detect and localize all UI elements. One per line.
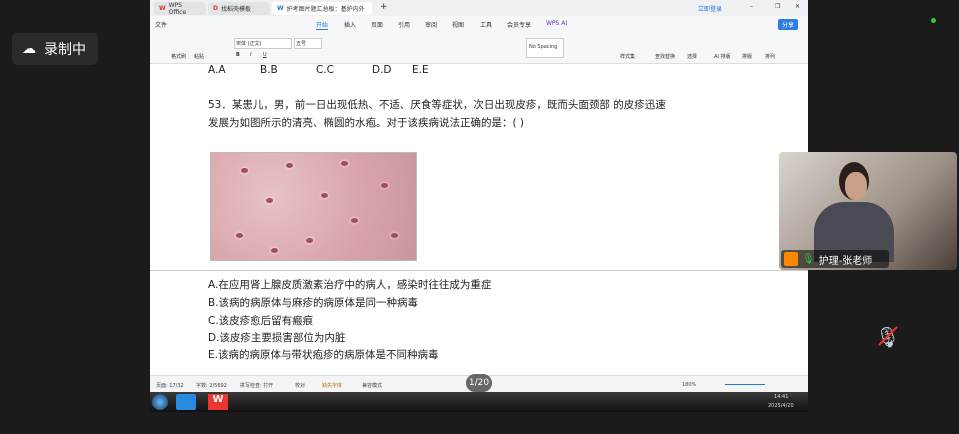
- word-count[interactable]: 字数: 2/5692: [196, 382, 227, 389]
- prev-option-d: D.D: [372, 64, 392, 76]
- tab-templates[interactable]: D 找稻壳模板: [208, 2, 270, 15]
- page-count[interactable]: 页面: 17/32: [156, 382, 184, 389]
- question-text-line2: 发展为如图所示的清亮、椭圆的水疱。对于该疾病说法正确的是：( ): [208, 117, 525, 129]
- maximize-button[interactable]: ❐: [775, 3, 780, 10]
- cloud-icon: ☁: [22, 41, 36, 57]
- taskbar-app-meeting[interactable]: [176, 394, 196, 410]
- menu-wps-ai[interactable]: WPS AI: [546, 20, 567, 27]
- format-painter-button[interactable]: 格式刷: [171, 53, 186, 60]
- recording-label: 录制中: [44, 42, 86, 58]
- mic-muted-icon[interactable]: 🎙: [875, 325, 900, 349]
- prev-option-e: E.E: [412, 64, 429, 76]
- question-text-line1: 53．某患儿，男，前一日出现低热、不适、厌食等症状，次日出现皮疹，既而头面颈部 …: [208, 99, 666, 111]
- missing-font[interactable]: 缺失字体: [322, 382, 342, 389]
- webcam-video: 🎙 护理-张老师: [779, 152, 957, 270]
- underline-button[interactable]: U: [263, 52, 267, 58]
- compat-mode: 兼容模式: [362, 383, 383, 389]
- menu-insert[interactable]: 插入: [344, 20, 356, 29]
- styles-button[interactable]: 样式集: [620, 53, 635, 60]
- menu-review[interactable]: 审阅: [425, 20, 437, 29]
- tab-document[interactable]: W 护考图片题汇总板：基护内外: [272, 2, 372, 15]
- name-tag: 🎙 护理-张老师: [781, 250, 889, 268]
- style-no-spacing[interactable]: No Spacing: [526, 38, 564, 58]
- menu-reference[interactable]: 引用: [398, 20, 410, 29]
- font-select[interactable]: 宋体 (正文): [234, 38, 292, 49]
- menu-tools[interactable]: 工具: [480, 20, 492, 29]
- italic-button[interactable]: I: [250, 52, 251, 58]
- tab-wps-office[interactable]: W WPS Office: [154, 1, 206, 16]
- select-button[interactable]: 选择: [687, 53, 697, 60]
- option-e: E.该病的病原体与带状疱疹的病原体是不同种病毒: [208, 349, 439, 361]
- clock-time: 14:41: [774, 394, 789, 400]
- option-b: B.该病的病原体与麻疹的病原体是同一种病毒: [208, 297, 419, 309]
- tab-label: 找稻壳模板: [220, 6, 251, 13]
- prev-option-c: C.C: [316, 64, 335, 76]
- font-size-select[interactable]: 五号: [294, 38, 322, 49]
- menu-view[interactable]: 视图: [452, 20, 464, 29]
- wps-window: W WPS Office D 找稻壳模板 W 护考图片题汇总板：基护内外 + 立即登录…: [150, 0, 808, 392]
- menu-member[interactable]: 会员专享: [507, 20, 531, 29]
- taskbar-app-wps[interactable]: W: [208, 394, 228, 410]
- menu-page[interactable]: 页面: [371, 20, 383, 29]
- ribbon-toolbar: 格式刷 粘贴 宋体 (正文) 五号 B I U No Spacing 样式集 查…: [150, 32, 808, 64]
- page-break: [150, 270, 808, 271]
- prev-option-b: B.B: [260, 64, 278, 76]
- option-c: C.该皮疹愈后留有瘢痕: [208, 315, 314, 327]
- rash-image: [210, 152, 417, 261]
- taskbar: W 14:41 2025/4/20: [150, 392, 808, 412]
- option-a: A.在应用肾上腺皮质激素治疗中的病人，感染时往往成为重症: [208, 279, 492, 291]
- share-button[interactable]: 分享: [778, 19, 799, 30]
- tab-bar: W WPS Office D 找稻壳模板 W 护考图片题汇总板：基护内外 + 立即登录…: [150, 0, 808, 16]
- proofread[interactable]: 校对: [295, 382, 305, 389]
- find-replace-button[interactable]: 查找替换: [655, 53, 675, 60]
- new-tab-button[interactable]: +: [380, 2, 388, 12]
- login-link[interactable]: 立即登录: [698, 4, 722, 13]
- recording-badge: ☁ 录制中: [12, 33, 98, 65]
- menu-bar: 文件 开始 插入 页面 引用 审阅 视图 工具 会员专享 WPS AI 分享: [150, 16, 808, 32]
- layout-button[interactable]: 排版: [742, 53, 752, 60]
- zoom-slider[interactable]: [725, 384, 765, 385]
- file-menu[interactable]: 文件: [155, 20, 167, 29]
- start-button[interactable]: [152, 394, 168, 410]
- spell-check[interactable]: 拼写检查: 打开: [240, 382, 273, 389]
- close-button[interactable]: ✕: [795, 3, 800, 10]
- zoom-level[interactable]: 180%: [682, 382, 696, 388]
- user-icon: [784, 252, 798, 266]
- minimize-button[interactable]: –: [750, 3, 753, 10]
- prev-option-a: A.A: [208, 64, 226, 76]
- tab-label: 护考图片题汇总板：基护内外: [286, 6, 365, 13]
- ai-layout-button[interactable]: AI 排版: [714, 53, 731, 60]
- page-indicator: 1/20: [466, 374, 492, 392]
- mic-icon: 🎙: [802, 253, 815, 265]
- option-d: D.该皮疹主要损害部位为内脏: [208, 332, 346, 344]
- paste-button[interactable]: 粘贴: [194, 53, 204, 60]
- menu-home[interactable]: 开始: [316, 20, 329, 30]
- presenter-name: 护理-张老师: [818, 255, 873, 267]
- tab-label: WPS Office: [168, 1, 187, 16]
- document-page[interactable]: A.A B.B C.C D.D E.E 53．某患儿，男，前一日出现低热、不适、…: [150, 64, 808, 375]
- bold-button[interactable]: B: [236, 52, 240, 58]
- status-dot: [931, 18, 936, 23]
- clock-date: 2025/4/20: [768, 403, 794, 409]
- arrange-button[interactable]: 排列: [765, 53, 775, 60]
